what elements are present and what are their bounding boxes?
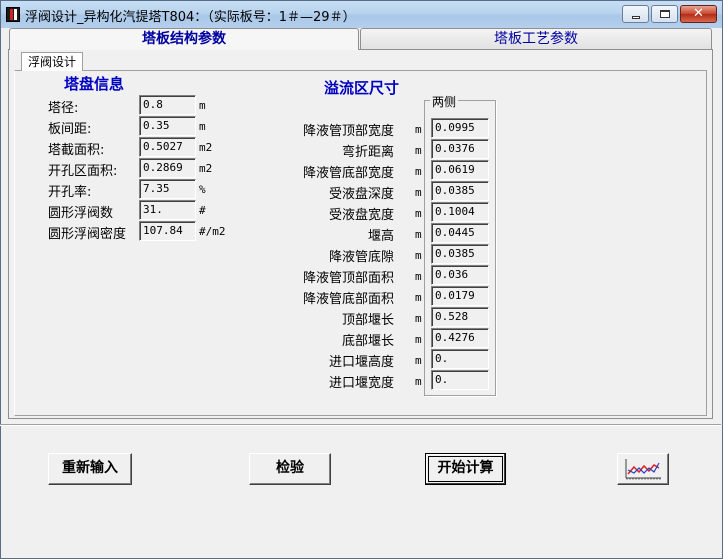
overflow-unit: m	[415, 207, 422, 220]
overflow-title: 溢流区尺寸	[324, 79, 400, 97]
tray-info-value-field[interactable]: 0.2869	[139, 158, 196, 178]
overflow-value-field[interactable]: 0.	[431, 349, 489, 369]
overflow-unit: m	[415, 186, 422, 199]
overflow-label: 受液盘深度	[328, 187, 394, 202]
calculate-button[interactable]: 开始计算	[425, 453, 506, 485]
overflow-unit: m	[415, 249, 422, 262]
tray-info-label: 圆形浮阀密度	[48, 227, 127, 242]
overflow-unit: m	[415, 144, 422, 157]
tray-info-value-field[interactable]: 107.84	[139, 221, 196, 241]
tray-info-unit: #/m2	[199, 225, 226, 238]
tray-info-value-field[interactable]: 0.5027	[139, 137, 196, 157]
divider	[0, 424, 721, 426]
overflow-value-field[interactable]: 0.1004	[431, 202, 489, 222]
tray-info-value-field[interactable]: 0.35	[139, 116, 196, 136]
overflow-unit: m	[415, 375, 422, 388]
overflow-value-field[interactable]: 0.4276	[431, 328, 489, 348]
tray-info-title: 塔盘信息	[64, 75, 125, 93]
window-title: 浮阀设计_异构化汽提塔T804：（实际板号：1＃—29＃）	[25, 10, 356, 25]
overflow-label: 受液盘宽度	[328, 208, 394, 223]
overflow-value-field[interactable]: 0.0995	[431, 118, 489, 138]
overflow-label: 进口堰高度	[328, 355, 394, 370]
overflow-unit: m	[415, 333, 422, 346]
overflow-value-field[interactable]: 0.0445	[431, 223, 489, 243]
overflow-label: 降液管底部宽度	[302, 166, 394, 181]
line-chart-icon	[625, 459, 661, 480]
overflow-unit: m	[415, 123, 422, 136]
tray-info-unit: %	[199, 183, 206, 196]
tray-info-label: 板间距:	[48, 122, 92, 137]
overflow-value-field[interactable]: 0.036	[431, 265, 489, 285]
tray-info-unit: m2	[199, 162, 213, 175]
tab-tray-structure[interactable]: 塔板结构参数	[9, 28, 359, 50]
tray-info-label: 开孔率:	[48, 185, 92, 200]
tray-info-label: 圆形浮阀数	[48, 206, 114, 221]
overflow-value-field[interactable]: 0.0619	[431, 160, 489, 180]
tray-info-value-field[interactable]: 31.	[139, 200, 196, 220]
tray-info-value-field[interactable]: 0.8	[139, 95, 196, 115]
close-icon: ✕	[693, 6, 704, 21]
overflow-label: 降液管底隙	[328, 250, 394, 265]
overflow-value-field[interactable]: 0.	[431, 370, 489, 390]
minimize-icon	[632, 16, 640, 19]
overflow-value-field[interactable]: 0.528	[431, 307, 489, 327]
tray-info-label: 塔径:	[48, 101, 79, 116]
both-sides-label: 两侧	[430, 93, 459, 110]
maximize-button[interactable]	[651, 5, 678, 23]
check-button[interactable]: 检验	[249, 453, 331, 485]
overflow-value-field[interactable]: 0.0385	[431, 181, 489, 201]
tray-info-label: 塔截面积:	[48, 143, 105, 158]
overflow-label: 弯折距离	[341, 145, 394, 160]
overflow-unit: m	[415, 312, 422, 325]
overflow-unit: m	[415, 228, 422, 241]
overflow-label: 顶部堰长	[341, 313, 394, 328]
overflow-label: 进口堰宽度	[328, 376, 394, 391]
overflow-label: 底部堰长	[341, 334, 394, 349]
tray-info-unit: #	[199, 204, 206, 217]
overflow-unit: m	[415, 291, 422, 304]
minimize-button[interactable]	[622, 5, 649, 23]
overflow-unit: m	[415, 165, 422, 178]
tab-tray-process[interactable]: 塔板工艺参数	[360, 28, 712, 49]
overflow-unit: m	[415, 354, 422, 367]
overflow-unit: m	[415, 270, 422, 283]
subtab-valve-design[interactable]: 浮阀设计	[21, 52, 83, 71]
reset-button[interactable]: 重新输入	[48, 453, 132, 485]
tray-info-unit: m	[199, 120, 206, 133]
overflow-label: 降液管顶部面积	[302, 271, 394, 286]
chart-button[interactable]	[617, 453, 669, 485]
overflow-value-field[interactable]: 0.0376	[431, 139, 489, 159]
overflow-label: 降液管底部面积	[302, 292, 394, 307]
close-button[interactable]: ✕	[680, 5, 717, 23]
tray-info-unit: m	[199, 99, 206, 112]
tray-info-label: 开孔区面积:	[48, 164, 118, 179]
tray-info-value-field[interactable]: 7.35	[139, 179, 196, 199]
app-icon	[6, 7, 20, 22]
overflow-value-field[interactable]: 0.0179	[431, 286, 489, 306]
tray-info-unit: m2	[199, 141, 213, 154]
maximize-icon	[660, 10, 670, 18]
title-bar[interactable]: 浮阀设计_异构化汽提塔T804：（实际板号：1＃—29＃） ✕	[1, 1, 722, 28]
overflow-label: 降液管顶部宽度	[302, 124, 394, 139]
overflow-label: 堰高	[367, 229, 394, 244]
overflow-value-field[interactable]: 0.0385	[431, 244, 489, 264]
